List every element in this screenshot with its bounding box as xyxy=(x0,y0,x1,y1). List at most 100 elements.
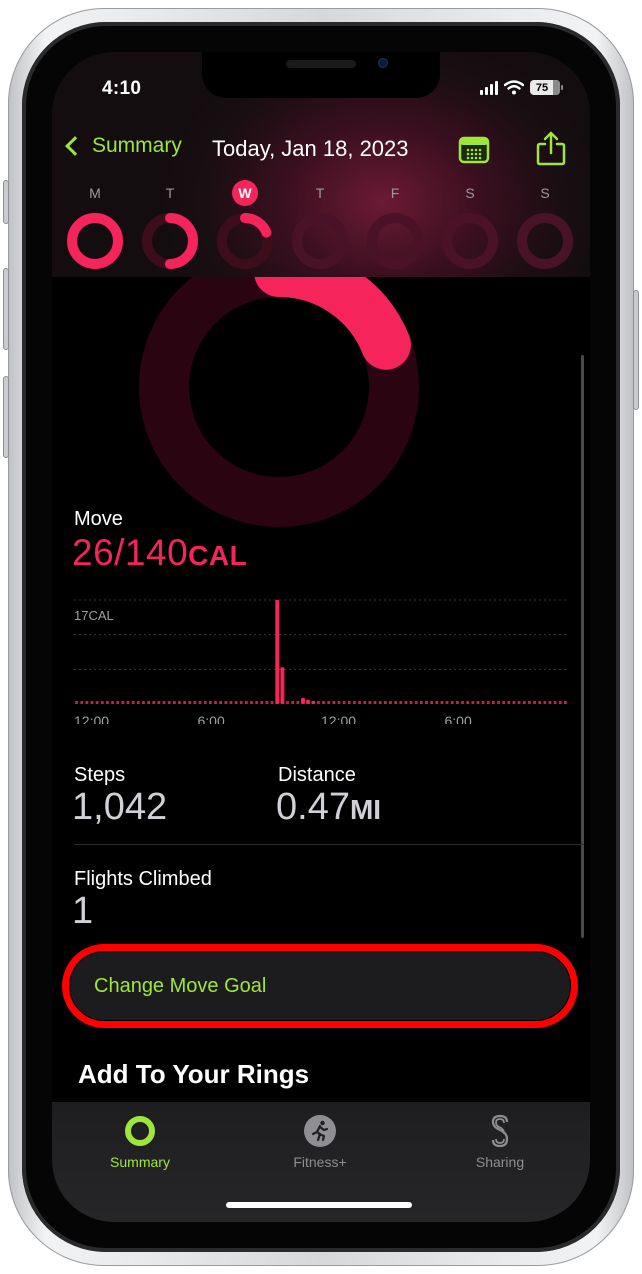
flights-label: Flights Climbed xyxy=(74,868,212,890)
chevron-left-icon xyxy=(65,136,85,156)
steps-label: Steps xyxy=(74,764,126,786)
day-0[interactable]: M xyxy=(64,180,126,270)
chart-bar xyxy=(548,701,552,704)
chart-bar xyxy=(208,701,212,704)
chart-bar xyxy=(440,701,444,704)
chart-bar xyxy=(435,701,439,704)
chart-bar xyxy=(167,701,171,704)
day-ring-track xyxy=(292,213,348,269)
day-4[interactable]: F xyxy=(364,180,426,270)
chart-bar xyxy=(419,701,423,704)
screen: 4:10 75 Summary Today, Jan 18, 2023 M T … xyxy=(52,52,590,1222)
chart-bar xyxy=(481,701,485,704)
chart-bar xyxy=(311,700,316,704)
battery-icon: 75 xyxy=(530,80,563,95)
power-button xyxy=(633,290,639,410)
chart-bar xyxy=(245,701,248,704)
tab-summary[interactable]: Summary xyxy=(80,1114,200,1170)
x-tick-label: 6:00 xyxy=(198,713,225,724)
day-ring xyxy=(67,213,123,269)
distance-unit: MI xyxy=(349,794,382,825)
chart-bar xyxy=(136,701,140,704)
day-ring xyxy=(517,213,573,269)
x-tick-label: 12:00 xyxy=(321,713,356,724)
chart-bar xyxy=(95,701,99,704)
chart-bar xyxy=(280,667,285,704)
chart-bar xyxy=(90,701,94,704)
divider xyxy=(74,844,584,845)
day-1[interactable]: T xyxy=(139,180,201,270)
day-letter: W xyxy=(232,180,258,206)
distance-label: Distance xyxy=(278,764,356,786)
chart-bar xyxy=(358,701,361,704)
chart-bar xyxy=(229,701,233,704)
day-5[interactable]: S xyxy=(439,180,501,270)
tab-summary-label: Summary xyxy=(110,1154,170,1170)
day-letter: S xyxy=(540,185,550,201)
chart-bar xyxy=(178,701,181,704)
scrollbar[interactable] xyxy=(581,355,584,938)
back-button[interactable]: Summary xyxy=(62,134,182,158)
chart-bar xyxy=(337,701,341,704)
chart-bar xyxy=(502,701,506,704)
chart-bar xyxy=(497,701,500,704)
tab-sharing-label: Sharing xyxy=(475,1154,525,1170)
chart-bar xyxy=(528,701,531,704)
chart-bar xyxy=(466,701,470,704)
change-move-goal-label: Change Move Goal xyxy=(94,975,267,997)
chart-bar xyxy=(409,701,413,704)
chart-bar xyxy=(250,701,253,704)
notch xyxy=(202,52,440,98)
home-indicator[interactable] xyxy=(226,1202,412,1208)
chart-bar xyxy=(368,701,372,704)
volume-up-button xyxy=(3,268,9,350)
page-title: Today, Jan 18, 2023 xyxy=(212,136,409,161)
chart-bar xyxy=(512,701,516,704)
x-tick-label: 12:00 xyxy=(74,713,109,724)
chart-bar xyxy=(389,701,392,704)
share-icon[interactable] xyxy=(534,130,568,166)
day-6[interactable]: S xyxy=(514,180,576,270)
chart-bar xyxy=(152,701,156,704)
chart-bar xyxy=(455,701,459,704)
chart-bar xyxy=(378,701,382,704)
day-ring xyxy=(442,213,498,269)
chart-bar xyxy=(234,701,238,704)
chart-bar xyxy=(188,701,192,704)
chart-bar xyxy=(106,701,109,704)
chart-bar xyxy=(265,701,269,704)
chart-bar xyxy=(558,701,562,704)
chart-bar xyxy=(414,701,418,704)
change-move-goal-button[interactable]: Change Move Goal xyxy=(70,952,570,1020)
chart-bar xyxy=(533,701,536,704)
day-ring-track xyxy=(442,213,498,269)
sharing-icon xyxy=(491,1114,509,1148)
chart-bar xyxy=(75,701,78,704)
chart-bar xyxy=(399,701,403,704)
wifi-icon xyxy=(504,80,524,95)
nav-bar: Summary Today, Jan 18, 2023 xyxy=(52,130,590,170)
chart-bar xyxy=(286,701,289,704)
day-ring-track xyxy=(367,213,423,269)
silent-switch xyxy=(3,180,9,224)
tab-fitness-plus[interactable]: Fitness+ xyxy=(260,1114,380,1170)
chart-bar xyxy=(522,701,526,704)
calendar-icon[interactable] xyxy=(458,136,490,164)
chart-bar xyxy=(193,701,197,704)
chart-bar xyxy=(383,701,387,704)
chart-bar xyxy=(131,701,135,704)
day-3[interactable]: T xyxy=(289,180,351,270)
status-icons: 75 xyxy=(480,80,563,95)
chart-bar xyxy=(296,701,300,704)
chart-bar xyxy=(322,701,325,704)
day-ring xyxy=(367,213,423,269)
chart-bar xyxy=(85,701,89,704)
chart-bar xyxy=(476,701,480,704)
day-2[interactable]: W xyxy=(214,180,276,270)
distance-value: 0.47MI xyxy=(276,786,381,829)
chart-bar xyxy=(492,701,495,704)
tab-sharing[interactable]: Sharing xyxy=(440,1114,560,1170)
chart-bar xyxy=(394,701,397,704)
flights-value: 1 xyxy=(72,890,94,932)
chart-bar xyxy=(275,600,280,704)
